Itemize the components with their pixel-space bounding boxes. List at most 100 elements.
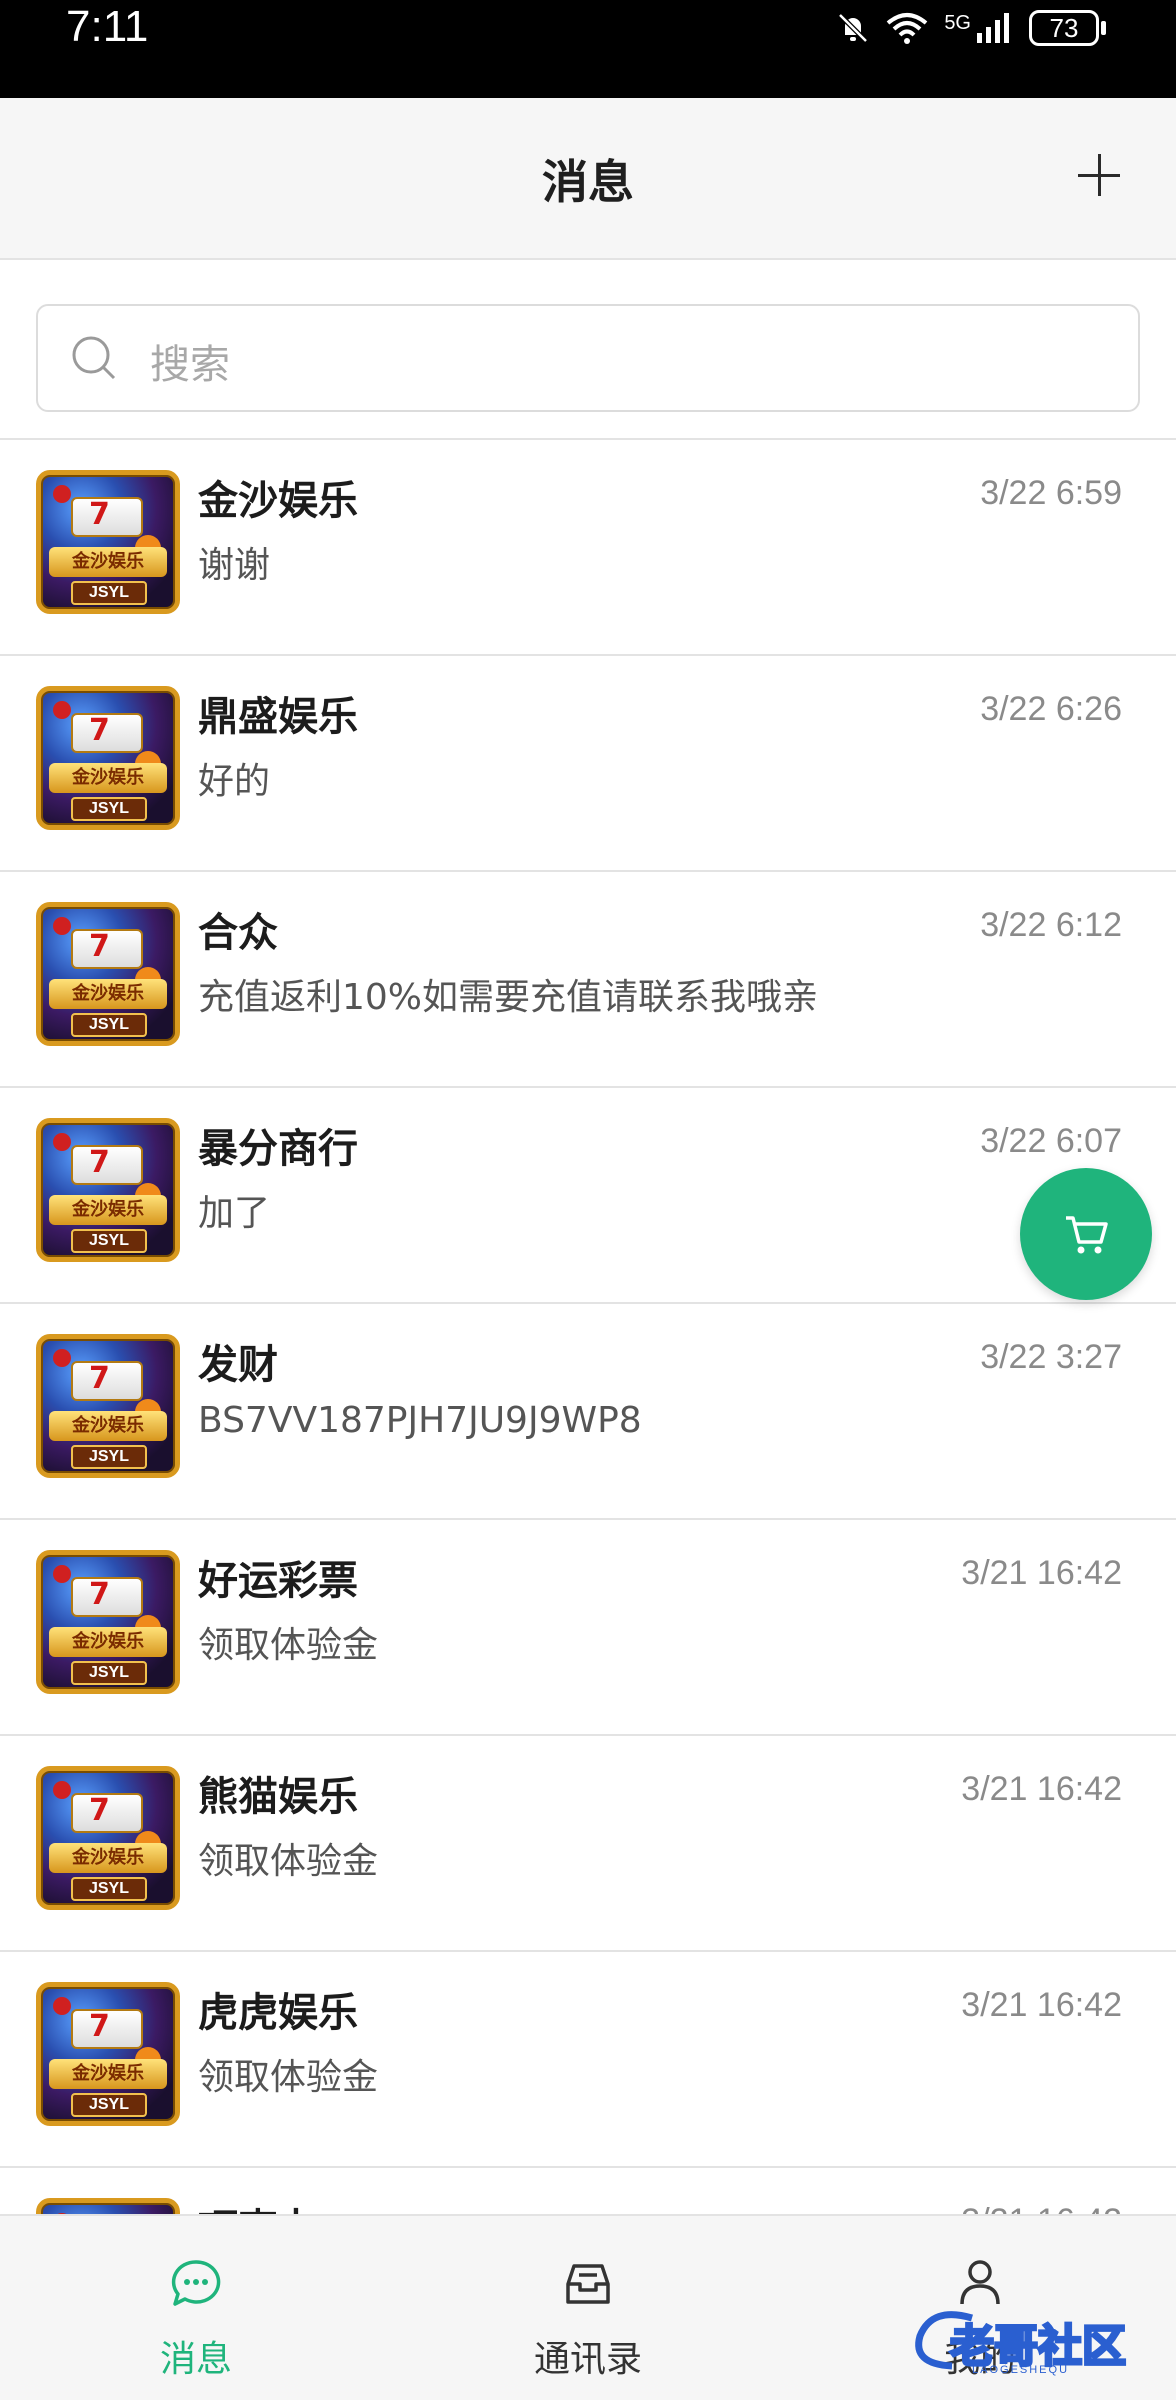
signal-icon (977, 13, 1009, 43)
avatar-tag: JSYL (71, 581, 147, 605)
conversation-time: 3/21 16:42 (961, 1770, 1122, 1808)
avatar-decoration (53, 485, 71, 503)
chat-bubble-icon (171, 2260, 221, 2306)
wifi-icon (887, 13, 928, 44)
status-bar: 7:11 5G 73 (0, 0, 1176, 98)
avatar-decoration (53, 1565, 71, 1583)
tab-label: 消息 (159, 2339, 232, 2380)
avatar-banner: 金沙娱乐 (49, 2059, 167, 2089)
tab-label: 通讯录 (533, 2339, 642, 2380)
avatar-tag: JSYL (71, 1661, 147, 1685)
conversation-time: 3/21 16:42 (961, 1554, 1122, 1592)
mute-bell-icon (838, 13, 869, 43)
avatar-decoration (53, 1781, 71, 1799)
avatar-decoration (53, 701, 71, 719)
conversation-time: 3/21 16:42 (961, 1986, 1122, 2024)
status-time: 7:11 (66, 2, 149, 51)
conversation-row[interactable]: 7 金沙娱乐 JSYL 暴分商行加了 3/22 6:07 (0, 1088, 1176, 1304)
avatar-banner: 金沙娱乐 (49, 1843, 167, 1873)
conversation-name: 巧克力 (198, 2196, 318, 2214)
avatar-decoration (53, 1133, 71, 1151)
conversation-name: 好运彩票 (198, 1558, 358, 1604)
contacts-box-icon (566, 2264, 610, 2304)
conversation-list: 7 金沙娱乐 JSYL 金沙娱乐 谢谢 3/22 6:59 7 金沙娱乐 JSYL 鼎盛娱乐 好的 3… (0, 440, 1176, 2214)
conversation-name: 合众 (198, 910, 278, 956)
conversation-preview: 充值返利10%如需要充值请联系我哦亲 (198, 977, 819, 1018)
top-bar: 消息 (0, 98, 1176, 260)
conversation-time: 3/22 6:07 (980, 1122, 1122, 1160)
avatar-banner: 金沙娱乐 (49, 1627, 167, 1657)
conversation-time: 3/22 3:27 (980, 1338, 1122, 1376)
search-placeholder: 搜索 (150, 342, 230, 388)
avatar: 7 金沙娱乐 JSYL (36, 1550, 180, 1694)
battery-tip (1101, 21, 1106, 35)
avatar: 7 金沙娱乐 JSYL (36, 902, 180, 1046)
avatar-tag: JSYL (71, 797, 147, 821)
conversation-time: 3/22 6:59 (980, 474, 1122, 512)
avatar: 7 金沙娱乐 JSYL (36, 1766, 180, 1910)
conversation-row[interactable]: 7 金沙娱乐 JSYL 好运彩票领取体验金 3/21 16:42 (0, 1520, 1176, 1736)
avatar: 7 金沙娱乐 JSYL (36, 1334, 180, 1478)
search-icon (72, 336, 116, 380)
avatar-decoration: 7 (89, 1145, 110, 1180)
add-plus-icon[interactable] (1074, 150, 1124, 200)
avatar-decoration: 7 (89, 1361, 110, 1396)
avatar-banner: 金沙娱乐 (49, 1195, 167, 1225)
avatar: 7金沙娱乐JSYL (36, 2198, 180, 2214)
avatar-banner: 金沙娱乐 (49, 1411, 167, 1441)
avatar-decoration: 7 (89, 497, 110, 532)
avatar-banner: 金沙娱乐 (49, 763, 167, 793)
avatar-banner: 金沙娱乐 (49, 547, 167, 577)
conversation-name: 发财 (198, 1342, 278, 1388)
search-input[interactable]: 搜索 (36, 304, 1140, 412)
conversation-time: 3/21 16:42 (961, 2202, 1122, 2214)
network-type: 5G (944, 11, 971, 34)
conversation-time: 3/22 6:26 (980, 690, 1122, 728)
conversation-preview: 加了 (198, 1193, 271, 1234)
conversation-name: 暴分商行 (198, 1126, 358, 1172)
battery-indicator: 73 (1029, 10, 1099, 46)
conversation-preview: 领取体验金 (198, 1625, 379, 1666)
conversation-row[interactable]: 7 金沙娱乐 JSYL 合众 充值返利10%如需要充值请联系我哦亲 3/22 6:12 (0, 872, 1176, 1088)
conversation-preview: 好的 (198, 761, 271, 802)
avatar-decoration: 7 (89, 2009, 110, 2044)
conversation-preview: 领取体验金 (198, 2057, 379, 2098)
avatar-banner: 金沙娱乐 (49, 979, 167, 1009)
avatar-tag: JSYL (71, 1013, 147, 1037)
avatar-tag: JSYL (71, 1229, 147, 1253)
conversation-name: 熊猫娱乐 (198, 1774, 358, 1820)
avatar-decoration (53, 917, 71, 935)
conversation-row[interactable]: 7 金沙娱乐 JSYL 发财 BS7VV187PJH7JU9J9WP8 3/22 3:27 (0, 1304, 1176, 1520)
page-title: 消息 (542, 155, 634, 209)
conversation-name: 金沙娱乐 (198, 478, 358, 524)
avatar-tag: JSYL (71, 1445, 147, 1469)
cart-icon (1066, 1216, 1108, 1254)
conversation-row[interactable]: 7 金沙娱乐 JSYL 虎虎娱乐 领取体验金 3/21 16:42 (0, 1952, 1176, 2168)
conversation-row[interactable]: 7 金沙娱乐 JSYL 金沙娱乐 谢谢 3/22 6:59 (0, 440, 1176, 656)
avatar-tag: JSYL (71, 1877, 147, 1901)
shopping-cart-button[interactable] (1020, 1168, 1152, 1300)
conversation-name: 鼎盛娱乐 (198, 694, 358, 740)
avatar-decoration (53, 1349, 71, 1367)
avatar-decoration: 7 (89, 1577, 110, 1612)
avatar: 7 金沙娱乐 JSYL (36, 1118, 180, 1262)
avatar: 7金沙娱乐JSYL (36, 686, 180, 830)
conversation-preview: 谢谢 (198, 545, 271, 586)
conversation-row[interactable]: 7金沙娱乐JSYL 巧克力 3/21 16:42 (0, 2168, 1176, 2214)
conversation-preview: 领取体验金 (198, 1841, 379, 1882)
watermark-logo: 老哥社区 LAOGESHEQU (912, 2300, 1162, 2380)
tab-contacts[interactable]: 通讯录 (392, 2216, 784, 2400)
conversation-preview: BS7VV187PJH7JU9J9WP8 (198, 1400, 642, 1441)
avatar-decoration: 7 (89, 929, 110, 964)
status-icons: 5G 73 (836, 8, 1106, 48)
conversation-row[interactable]: 7 金沙娱乐 JSYL 熊猫娱乐领取体验金 3/21 16:42 (0, 1736, 1176, 1952)
avatar: 7 金沙娱乐 JSYL (36, 470, 180, 614)
conversation-row[interactable]: 7 金沙娱乐 JSYL 鼎盛娱乐 好的 3/22 6:26 (0, 656, 1176, 872)
avatar: 7 金沙娱乐 JSYL (36, 1982, 180, 2126)
avatar-decoration: 7 (89, 1793, 110, 1828)
watermark-subtext: LAOGESHEQU (972, 2364, 1070, 2376)
tab-messages[interactable]: 消息 (0, 2216, 392, 2400)
avatar-tag: JSYL (71, 2093, 147, 2117)
avatar-decoration (53, 1997, 71, 2015)
search-section: 搜索 (0, 262, 1176, 440)
